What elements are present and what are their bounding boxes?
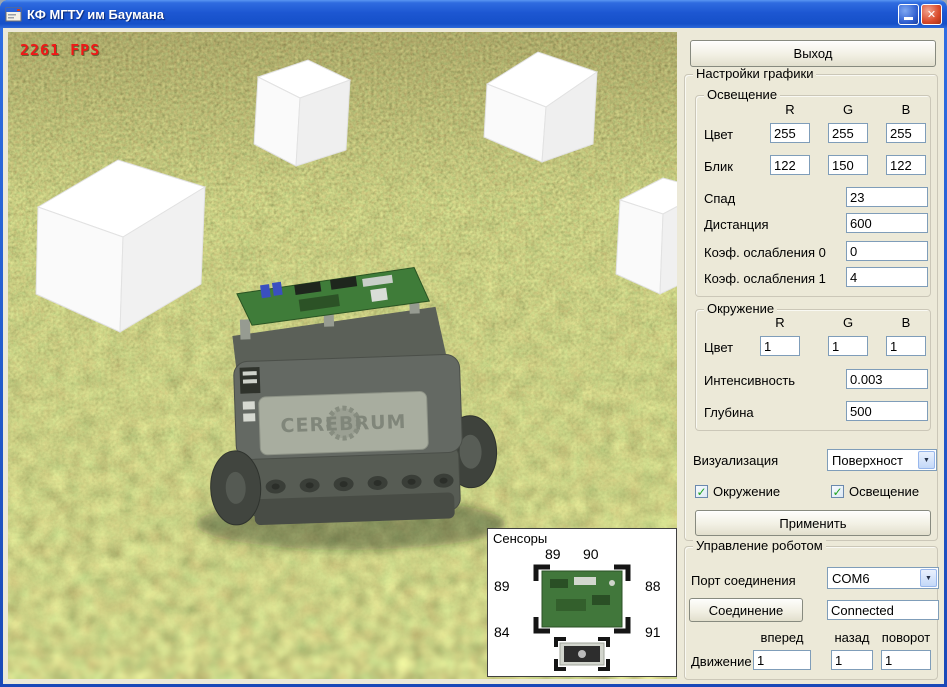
sensor-value-right-front: 88 — [645, 578, 661, 594]
movement-back-input[interactable] — [831, 650, 873, 670]
minimize-button[interactable] — [898, 4, 919, 25]
checkmark-icon — [695, 485, 708, 498]
attenuation1-input[interactable] — [846, 267, 928, 287]
intensity-input[interactable] — [846, 369, 928, 389]
distance-input[interactable] — [846, 213, 928, 233]
graphics-settings-group: Настройки графики Освещение R G B Цвет Б… — [684, 74, 938, 541]
lighting-group: Освещение R G B Цвет Блик Спад Дистанция… — [695, 95, 931, 297]
apply-button[interactable]: Применить — [695, 510, 931, 536]
white-cube-top — [254, 60, 350, 166]
distance-label: Дистанция — [704, 217, 769, 232]
port-label: Порт соединения — [691, 573, 796, 588]
lighting-header-g: G — [828, 102, 868, 117]
lighting-checkbox[interactable]: Освещение — [831, 484, 919, 499]
close-button[interactable] — [921, 4, 942, 25]
checkmark-icon — [831, 485, 844, 498]
attenuation0-label: Коэф. ослабления 0 — [704, 245, 826, 260]
falloff-label: Спад — [704, 191, 735, 206]
robot-group-title: Управление роботом — [693, 539, 826, 553]
ambient-group-title: Окружение — [704, 302, 777, 316]
chevron-down-icon[interactable] — [918, 451, 935, 469]
lighting-group-title: Освещение — [704, 88, 780, 102]
sensors-panel: Сенсоры 89 90 89 88 84 91 — [487, 528, 677, 677]
turn-header: поворот — [881, 630, 931, 645]
ambient-color-b-input[interactable] — [886, 336, 926, 356]
app-window: КФ МГТУ им Баумана — [0, 0, 947, 687]
falloff-input[interactable] — [846, 187, 928, 207]
specular-b-input[interactable] — [886, 155, 926, 175]
window-title: КФ МГТУ им Баумана — [27, 7, 898, 22]
ambient-color-label: Цвет — [704, 340, 733, 355]
intensity-label: Интенсивность — [704, 373, 795, 388]
specular-label: Блик — [704, 159, 733, 174]
light-color-b-input[interactable] — [886, 123, 926, 143]
graphics-group-title: Настройки графики — [693, 67, 816, 81]
movement-turn-input[interactable] — [881, 650, 931, 670]
specular-r-input[interactable] — [770, 155, 810, 175]
movement-label: Движение — [691, 654, 752, 669]
depth-input[interactable] — [846, 401, 928, 421]
port-value: COM6 — [828, 571, 919, 586]
visualization-value: Поверхност — [828, 453, 917, 468]
light-color-label: Цвет — [704, 127, 733, 142]
back-header: назад — [831, 630, 873, 645]
ambient-group: Окружение R G B Цвет Интенсивность Глуби… — [695, 309, 931, 431]
port-select[interactable]: COM6 — [827, 567, 939, 589]
attenuation1-label: Коэф. ослабления 1 — [704, 271, 826, 286]
robot-control-group: Управление роботом Порт соединения COM6 … — [684, 546, 938, 680]
connection-status-field[interactable] — [827, 600, 939, 620]
svg-text:CEREBRUM: CEREBRUM — [280, 411, 407, 437]
lighting-checkbox-label: Освещение — [849, 484, 919, 499]
client-area: CEREBRUM — [3, 28, 944, 684]
chevron-down-icon[interactable] — [920, 569, 937, 587]
attenuation0-input[interactable] — [846, 241, 928, 261]
visualization-label: Визуализация — [693, 453, 778, 468]
light-color-r-input[interactable] — [770, 123, 810, 143]
3d-viewport[interactable]: CEREBRUM — [8, 32, 677, 679]
depth-label: Глубина — [704, 405, 754, 420]
ambient-header-g: G — [828, 315, 868, 330]
robot-topview-icon — [526, 559, 638, 673]
fps-counter: 2261 FPS — [20, 41, 100, 59]
movement-forward-input[interactable] — [753, 650, 811, 670]
ambient-checkbox-label: Окружение — [713, 484, 780, 499]
specular-g-input[interactable] — [828, 155, 868, 175]
app-icon — [5, 6, 22, 23]
title-bar[interactable]: КФ МГТУ им Баумана — [0, 0, 947, 28]
sensor-value-right-rear: 91 — [645, 624, 661, 640]
sensor-value-left-rear: 84 — [494, 624, 510, 640]
connect-button-label: Соединение — [709, 603, 784, 618]
exit-button-label: Выход — [794, 46, 833, 61]
light-color-g-input[interactable] — [828, 123, 868, 143]
connect-button[interactable]: Соединение — [689, 598, 803, 622]
ambient-color-g-input[interactable] — [828, 336, 868, 356]
exit-button[interactable]: Выход — [690, 40, 936, 67]
forward-header: вперед — [753, 630, 811, 645]
lighting-header-b: B — [886, 102, 926, 117]
lighting-header-r: R — [770, 102, 810, 117]
ambient-checkbox[interactable]: Окружение — [695, 484, 780, 499]
apply-button-label: Применить — [779, 516, 846, 531]
ambient-header-b: B — [886, 315, 926, 330]
sensor-value-left-front: 89 — [494, 578, 510, 594]
visualization-select[interactable]: Поверхност — [827, 449, 937, 471]
sensors-title: Сенсоры — [493, 531, 547, 546]
ambient-header-r: R — [760, 315, 800, 330]
ambient-color-r-input[interactable] — [760, 336, 800, 356]
